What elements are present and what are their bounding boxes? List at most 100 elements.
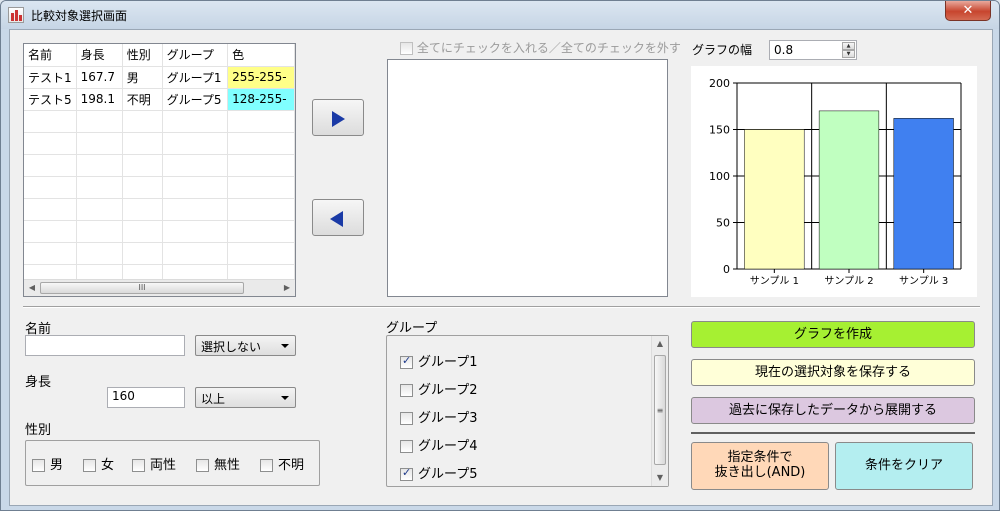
gender-none-label: 無性 [214,458,241,473]
empty-row [24,176,295,199]
gender-none-checkbox[interactable]: 無性 [196,454,240,473]
comparison-list[interactable] [387,59,668,297]
bar [893,118,954,270]
group-2-checkbox[interactable]: グループ2 [400,379,478,398]
x-tick-label: サンプル 2 [824,275,873,287]
cell-name[interactable]: テスト1 [24,66,77,89]
y-tick-label: 150 [709,124,730,137]
x-tick-label: サンプル 3 [899,275,948,287]
vertical-scrollbar[interactable]: ▲ ≡ ▼ [651,336,668,486]
create-graph-button[interactable]: グラフを作成 [691,321,975,348]
gender-female-checkbox[interactable]: 女 [83,454,114,473]
group-5-label: グループ5 [418,467,478,482]
select-all-checkbox[interactable]: 全てにチェックを入れる／全てのチェックを外す [400,39,681,56]
grid-table: 名前 身長 性別 グループ 色 テスト1 167.7 男 グループ1 255-2… [24,44,295,287]
cell-gender[interactable]: 不明 [122,88,163,111]
checkbox-icon [400,440,413,453]
right-arrow-icon [332,111,345,127]
empty-row [24,154,295,177]
x-tick-label: サンプル 1 [750,275,799,287]
gender-male-label: 男 [50,458,64,473]
name-mode-select[interactable]: 選択しない [195,335,296,356]
graph-width-spinner[interactable]: 0.8 ▲ ▼ [769,40,857,60]
group-4-checkbox[interactable]: グループ4 [400,435,478,454]
checkbox-icon [32,459,45,472]
checkbox-icon [132,459,145,472]
cell-gender[interactable]: 男 [122,66,163,89]
group-checklist[interactable]: グループ1 グループ2 グループ3 グループ4 グループ5 ▲ ≡ ▼ [386,335,669,487]
group-3-checkbox[interactable]: グループ3 [400,407,478,426]
checkbox-icon [400,412,413,425]
cell-height[interactable]: 167.7 [76,66,123,89]
group-1-label: グループ1 [418,355,478,370]
header-group[interactable]: グループ [162,44,229,67]
clear-conditions-button[interactable]: 条件をクリア [835,442,973,490]
checkbox-icon [400,384,413,397]
group-5-checkbox[interactable]: グループ5 [400,463,478,482]
gender-unknown-checkbox[interactable]: 不明 [260,454,304,473]
move-left-button[interactable] [312,199,364,236]
cell-group[interactable]: グループ5 [162,88,229,111]
separator [23,306,980,308]
checkbox-icon [400,354,413,369]
checkbox-icon [260,459,273,472]
gender-both-checkbox[interactable]: 両性 [132,454,176,473]
checkbox-icon [196,459,209,472]
header-height[interactable]: 身長 [76,44,123,67]
bar [818,110,880,270]
group-2-label: グループ2 [418,383,478,398]
move-right-button[interactable] [312,99,364,136]
table-row[interactable]: テスト1 167.7 男 グループ1 255-255- [24,66,295,89]
gender-label: 性別 [25,423,52,438]
empty-row [24,220,295,243]
load-saved-button[interactable]: 過去に保存したデータから展開する [691,397,975,424]
height-mode-select[interactable]: 以上 [195,387,296,408]
select-all-label: 全てにチェックを入れる／全てのチェックを外す [416,41,681,55]
checkbox-icon [400,42,413,55]
title-bar: 比較対象選択画面 ✕ [1,1,999,29]
header-name[interactable]: 名前 [24,44,77,67]
group-label: グループ [386,321,438,336]
table-row[interactable]: テスト5 198.1 不明 グループ5 128-255- [24,88,295,111]
bar [744,129,805,270]
extract-label-line2: 抜き出し(AND) [714,465,806,480]
group-1-checkbox[interactable]: グループ1 [400,351,478,370]
window-title: 比較対象選択画面 [31,9,128,23]
scroll-up-icon[interactable]: ▲ [653,337,667,351]
gender-female-label: 女 [101,458,115,473]
scroll-down-icon[interactable]: ▼ [653,471,667,485]
header-gender[interactable]: 性別 [122,44,163,67]
spin-up-icon[interactable]: ▲ [842,42,855,50]
height-input[interactable]: 160 [107,387,185,408]
scrollbar-thumb[interactable]: III [40,282,244,294]
scroll-left-icon[interactable]: ◀ [25,281,39,295]
graph-width-label: グラフの幅 [692,43,753,57]
checkbox-icon [400,466,413,481]
gender-male-checkbox[interactable]: 男 [32,454,63,473]
name-input[interactable] [25,335,185,356]
extract-label-line1: 指定条件で [727,450,793,465]
close-button[interactable]: ✕ [945,1,991,21]
save-selection-button[interactable]: 現在の選択対象を保存する [691,359,975,386]
data-grid[interactable]: 名前 身長 性別 グループ 色 テスト1 167.7 男 グループ1 255-2… [23,43,296,297]
cell-color[interactable]: 255-255- [227,66,295,89]
chevron-down-icon [281,344,289,348]
y-tick-label: 100 [709,170,730,183]
group-4-label: グループ4 [418,439,478,454]
group-3-label: グループ3 [418,411,478,426]
bar-chart: 0 50 100 150 200 サンプル 1 サンプル 2 サンプル 3 [691,66,977,297]
extract-and-button[interactable]: 指定条件で 抜き出し(AND) [691,442,829,490]
header-color[interactable]: 色 [227,44,295,67]
scroll-right-icon[interactable]: ▶ [280,281,294,295]
cell-group[interactable]: グループ1 [162,66,229,89]
scrollbar-thumb[interactable]: ≡ [654,355,666,465]
height-label: 身長 [25,375,52,390]
horizontal-scrollbar[interactable]: ◀ III ▶ [24,279,295,296]
spin-down-icon[interactable]: ▼ [842,50,855,58]
empty-row [24,110,295,133]
cell-name[interactable]: テスト5 [24,88,77,111]
gender-both-label: 両性 [150,458,177,473]
separator [691,432,975,434]
cell-height[interactable]: 198.1 [76,88,123,111]
cell-color[interactable]: 128-255- [227,88,295,111]
